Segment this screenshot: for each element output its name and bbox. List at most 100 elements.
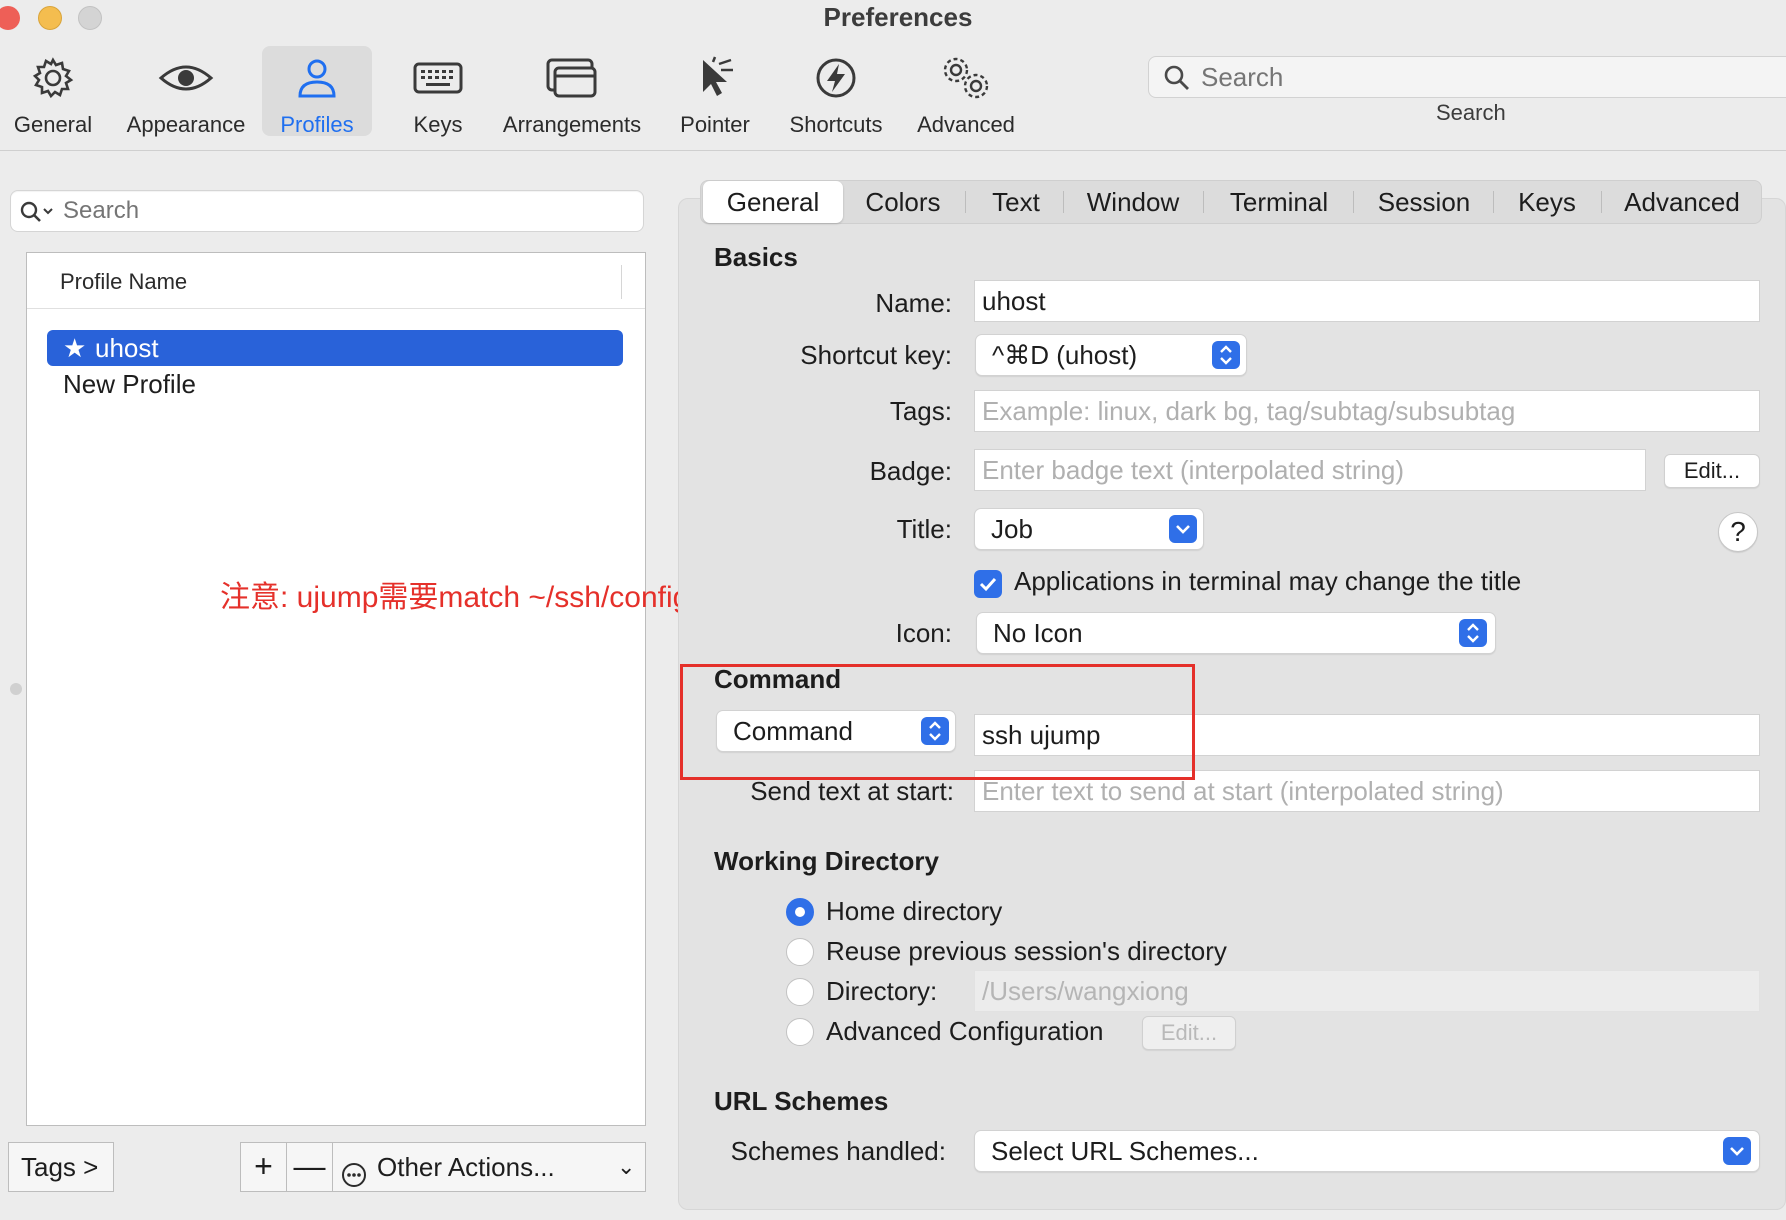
send-text-label: Send text at start: [750,776,954,806]
toolbar-advanced[interactable]: Advanced [910,46,1022,137]
tab-divider [1063,191,1064,213]
other-actions-label: Other Actions... [377,1152,555,1182]
radio-directory[interactable] [786,978,814,1006]
title-popup[interactable]: Job [974,508,1204,550]
name-label: Name: [875,288,952,318]
icon-label: Icon: [895,618,952,648]
toolbar-arrangements[interactable]: Arrangements [494,46,650,137]
column-divider [621,265,622,299]
tags-label: Tags: [889,396,952,426]
icon-value: No Icon [993,618,1083,648]
profile-row-uhost[interactable]: ★ uhost [47,330,623,366]
toolbar-label: Arrangements [502,112,642,137]
ellipsis-circle-icon [341,1155,367,1203]
profile-name: New Profile [63,369,196,399]
help-button[interactable]: ? [1718,512,1758,552]
url-schemes-heading: URL Schemes [714,1086,889,1116]
tags-button[interactable]: Tags > [8,1142,114,1192]
tab-general[interactable]: General [703,181,843,223]
add-profile-button[interactable]: + [241,1143,287,1191]
default-star-icon: ★ [63,333,87,363]
tab-divider [965,191,966,213]
tab-colors[interactable]: Colors [847,181,959,223]
annotation-highlight-box [680,664,1195,780]
tab-divider [1601,191,1602,213]
gears-icon [910,56,1022,112]
tab-divider [1493,191,1494,213]
search-menu-icon [19,199,59,230]
toolbar-label: Keys [413,112,463,137]
checkmark-icon [979,577,997,592]
person-icon [262,56,372,112]
eye-icon [118,56,254,112]
preferences-search-input[interactable] [1201,63,1701,91]
toolbar-label: General [13,112,93,137]
toolbar-keys[interactable]: Keys [390,46,486,137]
tab-divider [1203,191,1204,213]
profile-name-field[interactable]: uhost [974,280,1760,322]
preferences-search-field[interactable] [1148,56,1786,98]
tab-session[interactable]: Session [1359,181,1489,223]
gear-icon [4,56,102,112]
window-title: Preferences [823,2,973,32]
tab-divider [1353,191,1354,213]
advanced-config-edit-button[interactable]: Edit... [1142,1016,1236,1050]
toolbar-appearance[interactable]: Appearance [118,46,254,137]
badge-edit-button[interactable]: Edit... [1664,454,1760,488]
search-toolbar-label: Search [1436,100,1506,125]
directory-field[interactable]: /Users/wangxiong [974,970,1760,1012]
url-schemes-value: Select URL Schemes... [991,1136,1259,1166]
keyboard-icon [390,56,486,112]
other-actions-menu[interactable]: Other Actions... ⌄ [341,1143,641,1191]
icon-popup[interactable]: No Icon [976,612,1496,654]
chevron-down-icon [1723,1137,1751,1165]
pointer-icon [670,56,760,112]
preferences-window: Preferences General Appearance Profiles … [0,0,1786,1220]
shortcut-key-label: Shortcut key: [800,340,952,370]
toolbar-label: Shortcuts [789,112,883,137]
shortcut-key-popup[interactable]: ^⌘D (uhost) [975,334,1247,376]
column-header-profile-name: Profile Name [60,269,188,294]
radio-reuse-previous[interactable] [786,938,814,966]
toolbar-label: Advanced [917,112,1015,137]
split-handle[interactable] [10,683,22,695]
toolbar-label: Appearance [126,112,246,137]
tags-field[interactable]: Example: linux, dark bg, tag/subtag/subs… [974,390,1760,432]
home-directory-label: Home directory [826,896,1003,926]
profile-list-header[interactable]: Profile Name [27,253,645,309]
profile-row-new-profile[interactable]: New Profile [47,366,623,402]
working-directory-heading: Working Directory [714,846,939,876]
toolbar-pointer[interactable]: Pointer [670,46,760,137]
radio-home-directory[interactable] [786,898,814,926]
badge-field[interactable]: Enter badge text (interpolated string) [974,449,1646,491]
toolbar-general[interactable]: General [4,46,102,137]
toolbar-shortcuts[interactable]: Shortcuts [778,46,894,137]
tab-text[interactable]: Text [971,181,1061,223]
profile-tab-bar: General Colors Text Window Terminal Sess… [700,180,1762,224]
toolbar-divider [0,150,1786,151]
apps-change-title-checkbox[interactable] [974,570,1002,598]
profile-search-input[interactable] [63,197,623,225]
tab-window[interactable]: Window [1069,181,1197,223]
shortcut-key-value: ^⌘D (uhost) [992,340,1138,370]
remove-profile-button[interactable]: — [287,1143,333,1191]
tab-advanced[interactable]: Advanced [1607,181,1757,223]
toolbar-label: Pointer [680,112,750,137]
profile-list: Profile Name ★ uhost New Profile [26,252,646,1126]
toolbar-label: Profiles [280,112,354,137]
search-icon [1163,64,1191,97]
profile-search-field[interactable] [10,190,644,232]
schemes-handled-label: Schemes handled: [730,1136,946,1166]
url-schemes-popup[interactable]: Select URL Schemes... [974,1130,1760,1172]
up-down-stepper-icon [1212,341,1240,369]
tab-keys[interactable]: Keys [1499,181,1595,223]
chevron-down-icon: ⌄ [617,1154,636,1179]
title-label: Title: [896,514,952,544]
tab-terminal[interactable]: Terminal [1209,181,1349,223]
advanced-configuration-label: Advanced Configuration [826,1016,1104,1046]
title-value: Job [991,514,1033,544]
radio-advanced-configuration[interactable] [786,1018,814,1046]
lightning-icon [778,56,894,112]
basics-heading: Basics [714,242,798,272]
toolbar-profiles[interactable]: Profiles [262,46,372,137]
